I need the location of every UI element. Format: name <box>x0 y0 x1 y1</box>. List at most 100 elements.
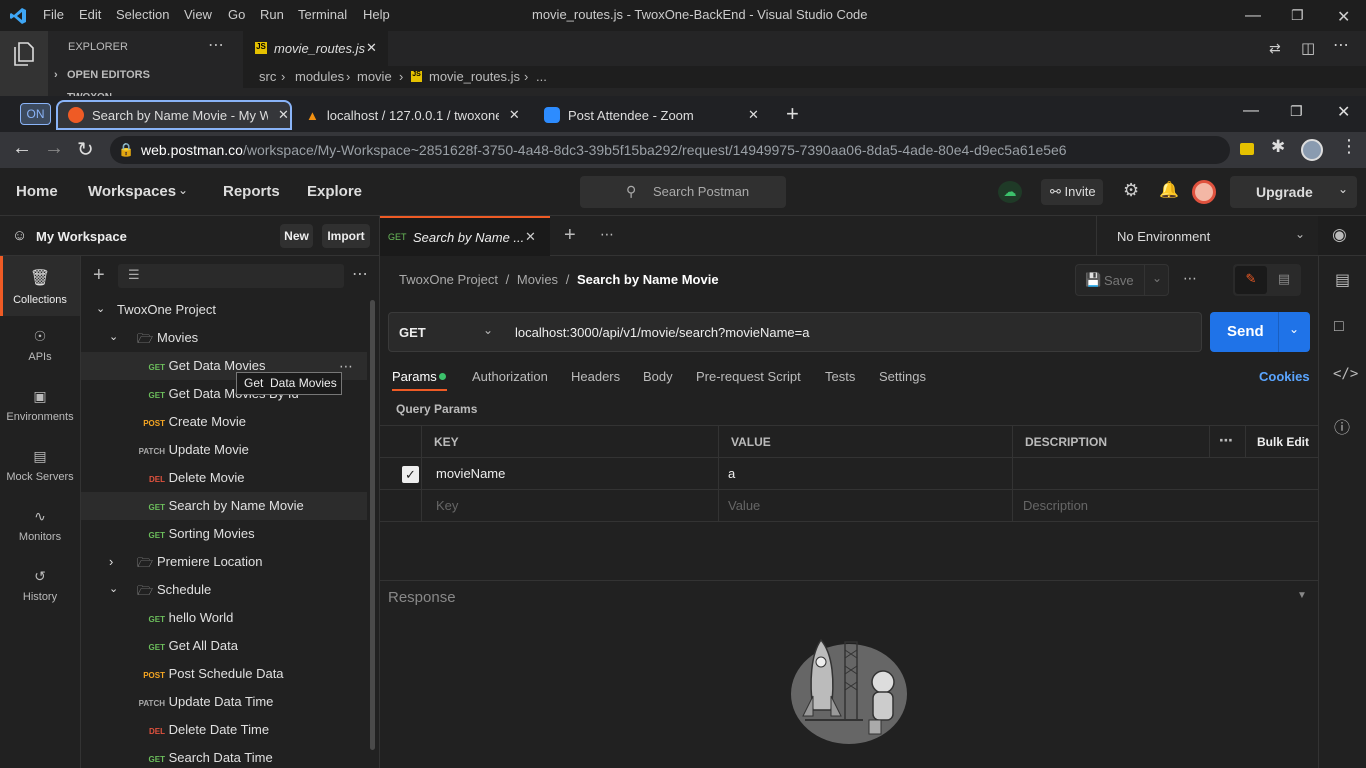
request-item[interactable]: GET Get Data Movies <box>136 358 266 373</box>
environment-quick-look-icon[interactable]: ◉ <box>1332 225 1347 245</box>
chevron-down-icon[interactable]: ⌄ <box>96 302 105 315</box>
vscode-close-icon[interactable]: ✕ <box>1337 7 1350 27</box>
bulk-edit-button[interactable]: Bulk Edit <box>1246 425 1318 458</box>
collection-name[interactable]: TwoxOne Project <box>117 302 216 317</box>
upgrade-button[interactable]: Upgrade ⌄ <box>1230 176 1357 208</box>
new-request-tab-icon[interactable]: + <box>564 224 576 247</box>
collapse-triangle-icon[interactable]: ▼ <box>1297 590 1307 601</box>
request-item[interactable]: PATCH Update Movie <box>136 442 249 457</box>
browser-tab-zoom[interactable]: Post Attendee - Zoom ✕ <box>540 100 770 130</box>
editor-more-icon[interactable]: ⋯ <box>1333 35 1349 55</box>
value-placeholder[interactable]: Value <box>719 490 1013 522</box>
vscode-menu-file[interactable]: File <box>43 7 64 22</box>
nav-workspaces[interactable]: Workspaces <box>88 183 176 200</box>
extension-on-badge[interactable]: ON <box>20 103 51 125</box>
chevron-down-icon[interactable]: ⌄ <box>1152 271 1162 285</box>
checkbox-checked[interactable]: ✓ <box>402 466 419 483</box>
settings-gear-icon[interactable]: ⚙ <box>1123 180 1139 201</box>
environment-selector[interactable]: No Environment ⌄ <box>1096 216 1318 256</box>
tab-tests[interactable]: Tests <box>825 369 855 384</box>
vscode-menu-run[interactable]: Run <box>260 7 284 22</box>
tabs-more-icon[interactable]: ⋯ <box>600 226 614 243</box>
close-tab-icon[interactable]: ✕ <box>509 107 520 123</box>
url-input[interactable]: localhost:3000/api/v1/movie/search?movie… <box>503 312 1202 352</box>
new-button[interactable]: New <box>280 224 313 248</box>
vscode-minimize-icon[interactable]: — <box>1245 7 1261 25</box>
profile-avatar[interactable] <box>1301 139 1323 161</box>
breadcrumb-src[interactable]: src <box>259 69 276 84</box>
breadcrumb-folder[interactable]: Movies <box>517 272 558 287</box>
import-button[interactable]: Import <box>322 224 370 248</box>
puzzle-extensions-icon[interactable]: ✱ <box>1271 137 1285 157</box>
vscode-menu-help[interactable]: Help <box>363 7 390 22</box>
vscode-editor-tab[interactable]: JS movie_routes.js ✕ <box>243 31 388 66</box>
close-tab-icon[interactable]: ✕ <box>366 40 377 56</box>
vscode-menu-selection[interactable]: Selection <box>116 7 169 22</box>
request-item[interactable]: DEL Delete Date Time <box>136 722 269 737</box>
key-placeholder[interactable]: Key <box>422 490 719 522</box>
nav-reports[interactable]: Reports <box>223 183 280 200</box>
documentation-icon[interactable]: ▤ <box>1335 270 1350 290</box>
rail-item-collections[interactable]: 🗑 Collections <box>0 268 80 306</box>
close-tab-icon[interactable]: ✕ <box>278 107 289 123</box>
vscode-menu-go[interactable]: Go <box>228 7 245 22</box>
rail-item-apis[interactable]: ☉ APIs <box>0 328 80 363</box>
request-item[interactable]: GET Search Data Time <box>136 750 273 765</box>
workspace-name[interactable]: My Workspace <box>36 229 127 244</box>
sync-cloud-icon[interactable]: ☁ <box>998 181 1022 203</box>
request-item[interactable]: POST Create Movie <box>136 414 246 429</box>
description-placeholder[interactable]: Description <box>1013 490 1318 522</box>
request-item[interactable]: GET hello World <box>136 610 234 625</box>
breadcrumb-modules[interactable]: modules <box>295 69 344 84</box>
documentation-icon[interactable]: ▤ <box>1269 266 1299 294</box>
vscode-menu-view[interactable]: View <box>184 7 212 22</box>
nav-explore[interactable]: Explore <box>307 183 362 200</box>
invite-button[interactable]: ⚯ Invite <box>1041 179 1103 205</box>
browser-close-icon[interactable]: ✕ <box>1337 102 1350 122</box>
breadcrumb-request[interactable]: Search by Name Movie <box>577 272 719 287</box>
browser-minimize-icon[interactable]: — <box>1243 102 1259 120</box>
nav-home[interactable]: Home <box>16 183 58 200</box>
code-snippet-icon[interactable]: </> <box>1333 366 1358 382</box>
param-key[interactable]: movieName <box>422 458 719 490</box>
close-tab-icon[interactable]: ✕ <box>525 229 536 245</box>
folder-premiere-location[interactable]: Premiere Location <box>157 554 263 569</box>
columns-more-icon[interactable]: ⋯ <box>1210 425 1246 458</box>
new-tab-icon[interactable]: + <box>786 101 799 127</box>
vscode-menu-edit[interactable]: Edit <box>79 7 101 22</box>
forward-icon[interactable]: → <box>44 137 64 160</box>
request-item[interactable]: GET Sorting Movies <box>136 526 255 541</box>
sidebar-more-icon[interactable]: ⋯ <box>352 264 368 284</box>
request-item-selected[interactable]: GET Search by Name Movie <box>136 498 304 513</box>
info-icon[interactable]: ⓘ <box>1334 414 1350 438</box>
browser-tab-phpmyadmin[interactable]: ▲ localhost / 127.0.0.1 / twoxone / ✕ <box>300 100 530 130</box>
breadcrumb-movie[interactable]: movie <box>357 69 392 84</box>
request-item[interactable]: GET Get All Data <box>136 638 238 653</box>
address-bar[interactable]: 🔒 web.postman.co/workspace/My-Workspace~… <box>110 136 1230 164</box>
user-avatar[interactable] <box>1192 180 1216 204</box>
request-tab[interactable]: GET Search by Name ... ✕ <box>380 216 550 256</box>
rail-item-history[interactable]: ↺ History <box>0 568 80 603</box>
browser-restore-icon[interactable]: ❐ <box>1290 103 1303 120</box>
param-description[interactable] <box>1013 458 1318 490</box>
tab-headers[interactable]: Headers <box>571 369 620 384</box>
files-icon[interactable] <box>12 41 36 67</box>
save-button[interactable]: 💾 Save ⌄ <box>1075 264 1169 296</box>
back-icon[interactable]: ← <box>12 137 32 160</box>
request-item[interactable]: PATCH Update Data Time <box>136 694 274 709</box>
folder-movies[interactable]: Movies <box>157 330 198 345</box>
filter-input[interactable]: ☰ <box>118 264 344 288</box>
breadcrumb-project[interactable]: TwoxOne Project <box>399 272 498 287</box>
tab-settings[interactable]: Settings <box>879 369 926 384</box>
response-heading[interactable]: Response <box>388 589 456 606</box>
param-value[interactable]: a <box>719 458 1013 490</box>
breadcrumb-more[interactable]: ... <box>536 69 547 84</box>
send-button[interactable]: Send ⌄ <box>1210 312 1310 352</box>
edit-pencil-icon[interactable]: ✎ <box>1235 266 1267 294</box>
request-item[interactable]: DEL Delete Movie <box>136 470 245 485</box>
chevron-down-icon[interactable]: ⌄ <box>109 330 118 343</box>
cookies-link[interactable]: Cookies <box>1259 369 1310 384</box>
tab-pre-request-script[interactable]: Pre-request Script <box>696 369 801 384</box>
tab-authorization[interactable]: Authorization <box>472 369 548 384</box>
method-select[interactable]: GET ⌄ <box>388 312 504 352</box>
